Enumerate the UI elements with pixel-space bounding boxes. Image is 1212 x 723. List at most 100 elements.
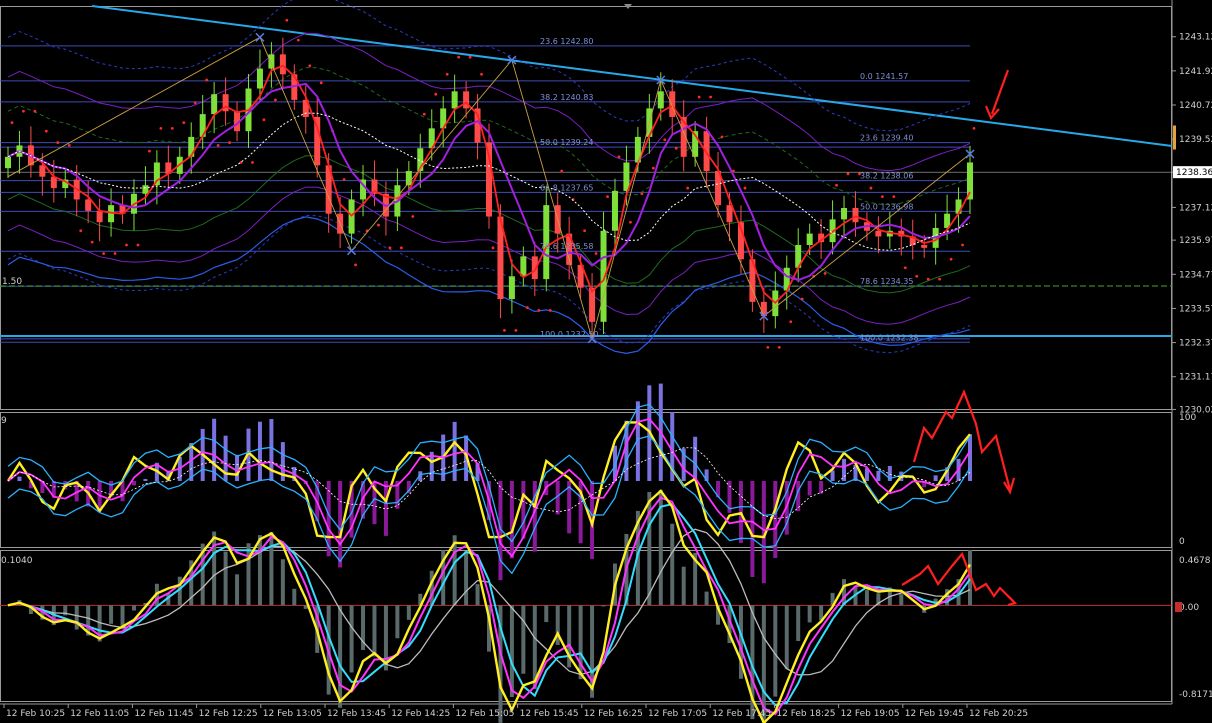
osc1-histogram-bar xyxy=(830,470,835,481)
sar-dot xyxy=(308,64,312,68)
time-tick-label: 12 Feb 15:45 xyxy=(520,709,579,719)
sar-dot xyxy=(880,195,884,199)
sar-dot xyxy=(422,112,426,116)
osc1-histogram-bar xyxy=(235,454,240,481)
osc2-histogram-bar xyxy=(784,605,789,669)
osc1-histogram-bar xyxy=(509,481,514,559)
osc2-label: 0.1040 xyxy=(1,556,33,566)
osc2-histogram-bar xyxy=(544,605,549,623)
osc2-histogram-bar xyxy=(223,551,228,606)
candle-body xyxy=(669,91,676,117)
osc2-histogram-bar xyxy=(681,566,686,606)
sar-dot xyxy=(434,92,438,96)
sar-dot xyxy=(548,309,552,312)
time-tick-label: 12 Feb 18:25 xyxy=(776,709,835,719)
candles xyxy=(5,18,976,349)
candle-body xyxy=(726,205,733,223)
osc1-histogram-bar xyxy=(842,458,847,481)
price-tick-label: 1240.72 xyxy=(1179,101,1212,111)
candle-body xyxy=(96,210,103,223)
candle-body xyxy=(806,233,813,245)
osc1-histogram-bar xyxy=(968,434,972,481)
fib-label: 50.0 1236.98 xyxy=(860,202,913,211)
sar-dot xyxy=(697,95,701,99)
price-tick-label: 1241.92 xyxy=(1179,67,1212,77)
sar-dot xyxy=(468,55,472,59)
price-tick-label: 1237.12 xyxy=(1179,203,1212,213)
annotations xyxy=(901,69,1018,607)
price-tick-label: 1243.12 xyxy=(1179,33,1212,43)
price-tick-label: 1233.57 xyxy=(1179,304,1212,314)
sar-dot xyxy=(869,186,873,190)
sar-dot xyxy=(525,306,529,309)
candle-body xyxy=(268,54,275,69)
osc2-slow-line xyxy=(7,528,971,676)
osc2-histogram-bar xyxy=(109,605,114,624)
time-tick-label: 12 Feb 13:05 xyxy=(263,709,322,719)
sar-dot xyxy=(44,129,48,133)
candle-body xyxy=(875,230,882,237)
osc2-histogram-bar xyxy=(395,605,400,639)
arrow-down-annotation xyxy=(990,69,1010,115)
sar-dot xyxy=(354,263,357,267)
sar-dot xyxy=(835,183,838,187)
zigzag-marker xyxy=(347,246,357,256)
fib-label: 23.6 1239.40 xyxy=(860,134,913,143)
osc2-tick-label: 0.00 xyxy=(1179,603,1199,613)
osc2-histogram-bar xyxy=(555,605,560,645)
panel-frame-0 xyxy=(0,6,1172,410)
sar-dot xyxy=(491,246,495,250)
sar-dot xyxy=(90,240,94,244)
fib-label: 78.6 1234.35 xyxy=(860,277,913,286)
osc2-histogram-bar xyxy=(521,605,526,674)
sar-dot xyxy=(33,109,37,113)
sar-dot xyxy=(113,252,117,255)
candle-body xyxy=(142,185,149,194)
osc1-histogram-bar xyxy=(933,475,938,481)
sar-dot xyxy=(228,141,231,144)
sar-dot xyxy=(274,98,277,102)
osc2-histogram-bar xyxy=(235,574,240,606)
sar-dot xyxy=(663,138,667,142)
osc2-histogram-bar xyxy=(269,531,274,606)
sar-dot xyxy=(285,18,289,22)
fib-label: 38.2 1240.83 xyxy=(540,93,593,102)
osc1-histogram-bar xyxy=(750,481,755,577)
sar-dot xyxy=(170,126,174,130)
oscillator-1 xyxy=(6,383,972,584)
osc2-histogram-bar xyxy=(475,584,480,606)
time-tick-label: 12 Feb 13:45 xyxy=(327,709,386,719)
candle-body xyxy=(279,54,286,75)
time-tick-label: 12 Feb 12:25 xyxy=(199,709,258,719)
osc1-histogram-bar xyxy=(143,478,148,481)
osc1-histogram-bar xyxy=(807,481,812,496)
time-tick-label: 12 Feb 16:25 xyxy=(584,709,643,719)
time-tick-label: 12 Feb 14:25 xyxy=(391,709,450,719)
sar-dot xyxy=(388,246,392,250)
candle-body xyxy=(85,199,92,211)
sar-dot xyxy=(148,149,151,153)
time-tick-label: 12 Feb 17:45 xyxy=(712,709,771,719)
sar-dot xyxy=(926,277,930,281)
osc2-histogram-bar xyxy=(246,543,251,606)
sar-dot xyxy=(503,328,506,332)
sar-dot xyxy=(319,81,323,85)
time-tick-label: 12 Feb 20:25 xyxy=(969,709,1028,719)
osc1-histogram-bar xyxy=(738,481,743,543)
sar-dot xyxy=(789,320,793,324)
sar-dot xyxy=(102,252,106,255)
sar-dot xyxy=(961,243,964,247)
sar-dot xyxy=(67,144,71,147)
sar-dot xyxy=(892,195,896,199)
sar-dot xyxy=(651,166,655,170)
osc2-histogram-bar xyxy=(796,605,801,642)
price-tick-label: 1234.77 xyxy=(1179,270,1212,280)
osc1-label: 9 xyxy=(1,416,7,426)
panel-frame-1 xyxy=(0,412,1172,548)
time-tick-label: 12 Feb 15:05 xyxy=(455,709,514,719)
grid-lines xyxy=(0,5,1173,343)
sar-dot xyxy=(480,72,483,76)
sar-dot xyxy=(79,229,83,233)
sar-dot xyxy=(251,161,254,164)
chart-canvas: 1243.12 1241.92 1240.72 1239.52 1238.36 1237.… xyxy=(0,0,1212,723)
